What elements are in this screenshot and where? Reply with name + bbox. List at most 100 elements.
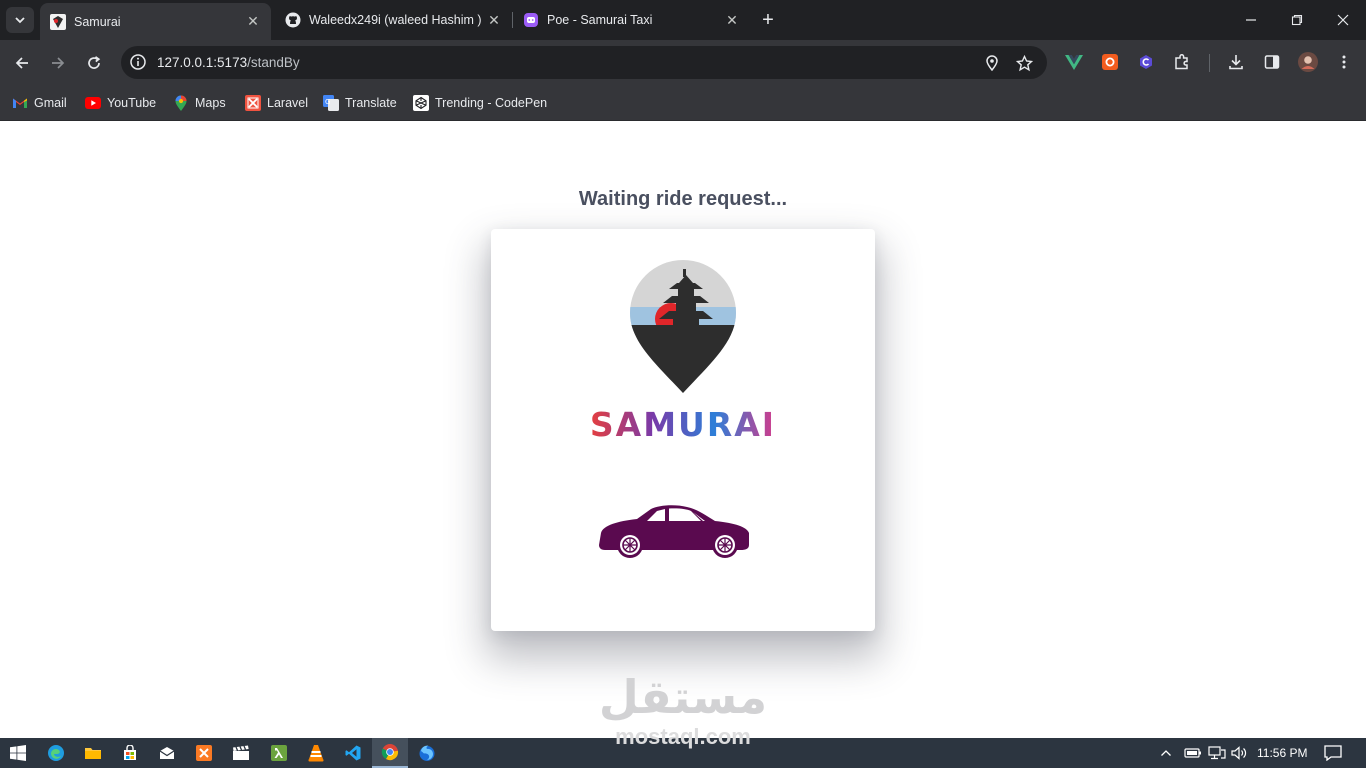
- close-icon: [1337, 14, 1349, 26]
- samurai-pin-logo-icon: [630, 260, 736, 393]
- bookmark-codepen[interactable]: Trending - CodePen: [413, 94, 547, 112]
- maps-icon: [173, 95, 189, 111]
- taskbar-vscode[interactable]: [335, 738, 371, 768]
- back-button[interactable]: [8, 49, 36, 77]
- network-icon: [1208, 746, 1226, 760]
- url-text[interactable]: 127.0.0.1:5173/standBy: [157, 55, 300, 70]
- taskbar-firefox-dev[interactable]: [409, 738, 445, 768]
- youtube-icon: [85, 95, 101, 111]
- bookmark-label: YouTube: [107, 96, 157, 110]
- chevron-down-icon: [15, 17, 25, 24]
- restore-icon: [1291, 14, 1303, 26]
- store-icon: [124, 745, 136, 760]
- bookmark-laravel[interactable]: Laravel: [245, 94, 308, 112]
- clapperboard-icon: [233, 745, 249, 760]
- reload-button[interactable]: [80, 49, 108, 77]
- bookmark-translate[interactable]: G Translate: [323, 94, 397, 112]
- taskbar-xampp[interactable]: [186, 738, 222, 768]
- tray-volume[interactable]: [1231, 738, 1247, 768]
- location-pin-icon[interactable]: [982, 53, 1002, 73]
- taskbar-lambda[interactable]: [261, 738, 297, 768]
- profile-avatar[interactable]: [1298, 52, 1318, 72]
- taskbar-file-explorer[interactable]: [75, 738, 111, 768]
- side-panel-icon[interactable]: [1262, 52, 1282, 72]
- translate-icon: G: [323, 95, 339, 111]
- watermark-latin: mostaql.com: [615, 724, 751, 749]
- notification-icon: [1324, 745, 1342, 761]
- bookmark-label: Laravel: [267, 96, 308, 110]
- reload-icon: [88, 56, 101, 69]
- info-icon[interactable]: [129, 53, 147, 71]
- extensions-puzzle-icon[interactable]: [1172, 52, 1192, 72]
- tray-clock[interactable]: 11:56 PM: [1257, 738, 1307, 768]
- mostaql-watermark: مستقل mostaql.com: [590, 668, 776, 749]
- svg-text:G: G: [325, 98, 330, 106]
- plus-icon: +: [762, 8, 774, 31]
- taskbar-edge[interactable]: [38, 738, 74, 768]
- bookmarks-bar: Gmail YouTube Maps Laravel G Translate T…: [0, 85, 1366, 121]
- download-icon[interactable]: [1226, 52, 1246, 72]
- address-bar[interactable]: 127.0.0.1:5173/standBy: [121, 46, 1047, 79]
- url-host: 127.0.0.1:5173: [157, 55, 248, 70]
- url-path: /standBy: [247, 55, 300, 70]
- tab-github[interactable]: Waleedx249i (waleed Hashim ) ✕: [275, 0, 512, 40]
- watermark-arabic: مستقل: [598, 670, 768, 724]
- taskbar-store[interactable]: [112, 738, 148, 768]
- samurai-wordmark: SAMURAI: [491, 405, 875, 444]
- tab-title: Samurai: [74, 14, 121, 29]
- start-button[interactable]: [0, 738, 36, 768]
- bookmark-maps[interactable]: Maps: [173, 94, 226, 112]
- bookmark-label: Trending - CodePen: [435, 96, 548, 110]
- forward-button[interactable]: [44, 49, 72, 77]
- edge-icon: [48, 745, 64, 761]
- restore-button[interactable]: [1274, 0, 1320, 40]
- tab-title: Waleedx249i (waleed Hashim ): [309, 13, 482, 27]
- vue-devtools-icon[interactable]: [1064, 52, 1084, 72]
- close-icon[interactable]: ✕: [245, 13, 261, 30]
- bookmark-youtube[interactable]: YouTube: [85, 94, 156, 112]
- extension-hexagon-icon[interactable]: [1136, 52, 1156, 72]
- more-menu-icon[interactable]: [1334, 52, 1354, 72]
- codepen-icon: [413, 95, 429, 111]
- tab-poe[interactable]: Poe - Samurai Taxi ✕: [513, 0, 750, 40]
- taskbar-mail[interactable]: [149, 738, 185, 768]
- bookmark-star-icon[interactable]: [1014, 53, 1034, 73]
- tray-network[interactable]: [1208, 738, 1226, 768]
- bookmark-gmail[interactable]: Gmail: [12, 94, 67, 112]
- extension-orange-icon[interactable]: [1100, 52, 1120, 72]
- tray-notifications[interactable]: [1324, 738, 1342, 768]
- bookmark-label: Translate: [345, 96, 397, 110]
- laravel-icon: [245, 95, 261, 111]
- windows-logo-icon: [10, 745, 26, 761]
- firefox-icon: [419, 745, 435, 761]
- battery-icon: [1184, 748, 1201, 758]
- tab-search-button[interactable]: [6, 7, 34, 33]
- minimize-icon: [1246, 19, 1256, 21]
- new-tab-button[interactable]: +: [757, 8, 779, 32]
- tab-samurai[interactable]: Samurai ✕: [40, 3, 271, 40]
- taskbar-vlc[interactable]: [298, 738, 334, 768]
- tab-title: Poe - Samurai Taxi: [547, 13, 653, 27]
- folder-icon: [85, 748, 101, 759]
- bookmark-label: Maps: [195, 96, 226, 110]
- samurai-favicon-icon: [50, 13, 66, 30]
- toolbar-divider: [1209, 54, 1210, 72]
- tray-battery[interactable]: [1184, 738, 1202, 768]
- tab-strip: Samurai ✕ Waleedx249i (waleed Hashim ) ✕…: [0, 0, 1366, 40]
- gmail-icon: [12, 95, 28, 111]
- chevron-up-icon: [1161, 750, 1171, 756]
- taskbar-clapper[interactable]: [223, 738, 259, 768]
- mail-icon: [159, 747, 175, 759]
- close-window-button[interactable]: [1320, 0, 1366, 40]
- tray-show-hidden-icons[interactable]: [1160, 738, 1172, 768]
- close-icon[interactable]: ✕: [486, 12, 502, 28]
- vlc-icon: [308, 745, 324, 762]
- vscode-icon: [345, 745, 361, 761]
- poe-icon: [523, 12, 539, 28]
- chrome-icon: [381, 744, 399, 761]
- speaker-icon: [1231, 746, 1247, 760]
- page-title: Waiting ride request...: [578, 188, 788, 210]
- close-icon[interactable]: ✕: [724, 12, 740, 28]
- minimize-button[interactable]: [1228, 0, 1274, 40]
- taskbar-chrome[interactable]: [372, 738, 408, 768]
